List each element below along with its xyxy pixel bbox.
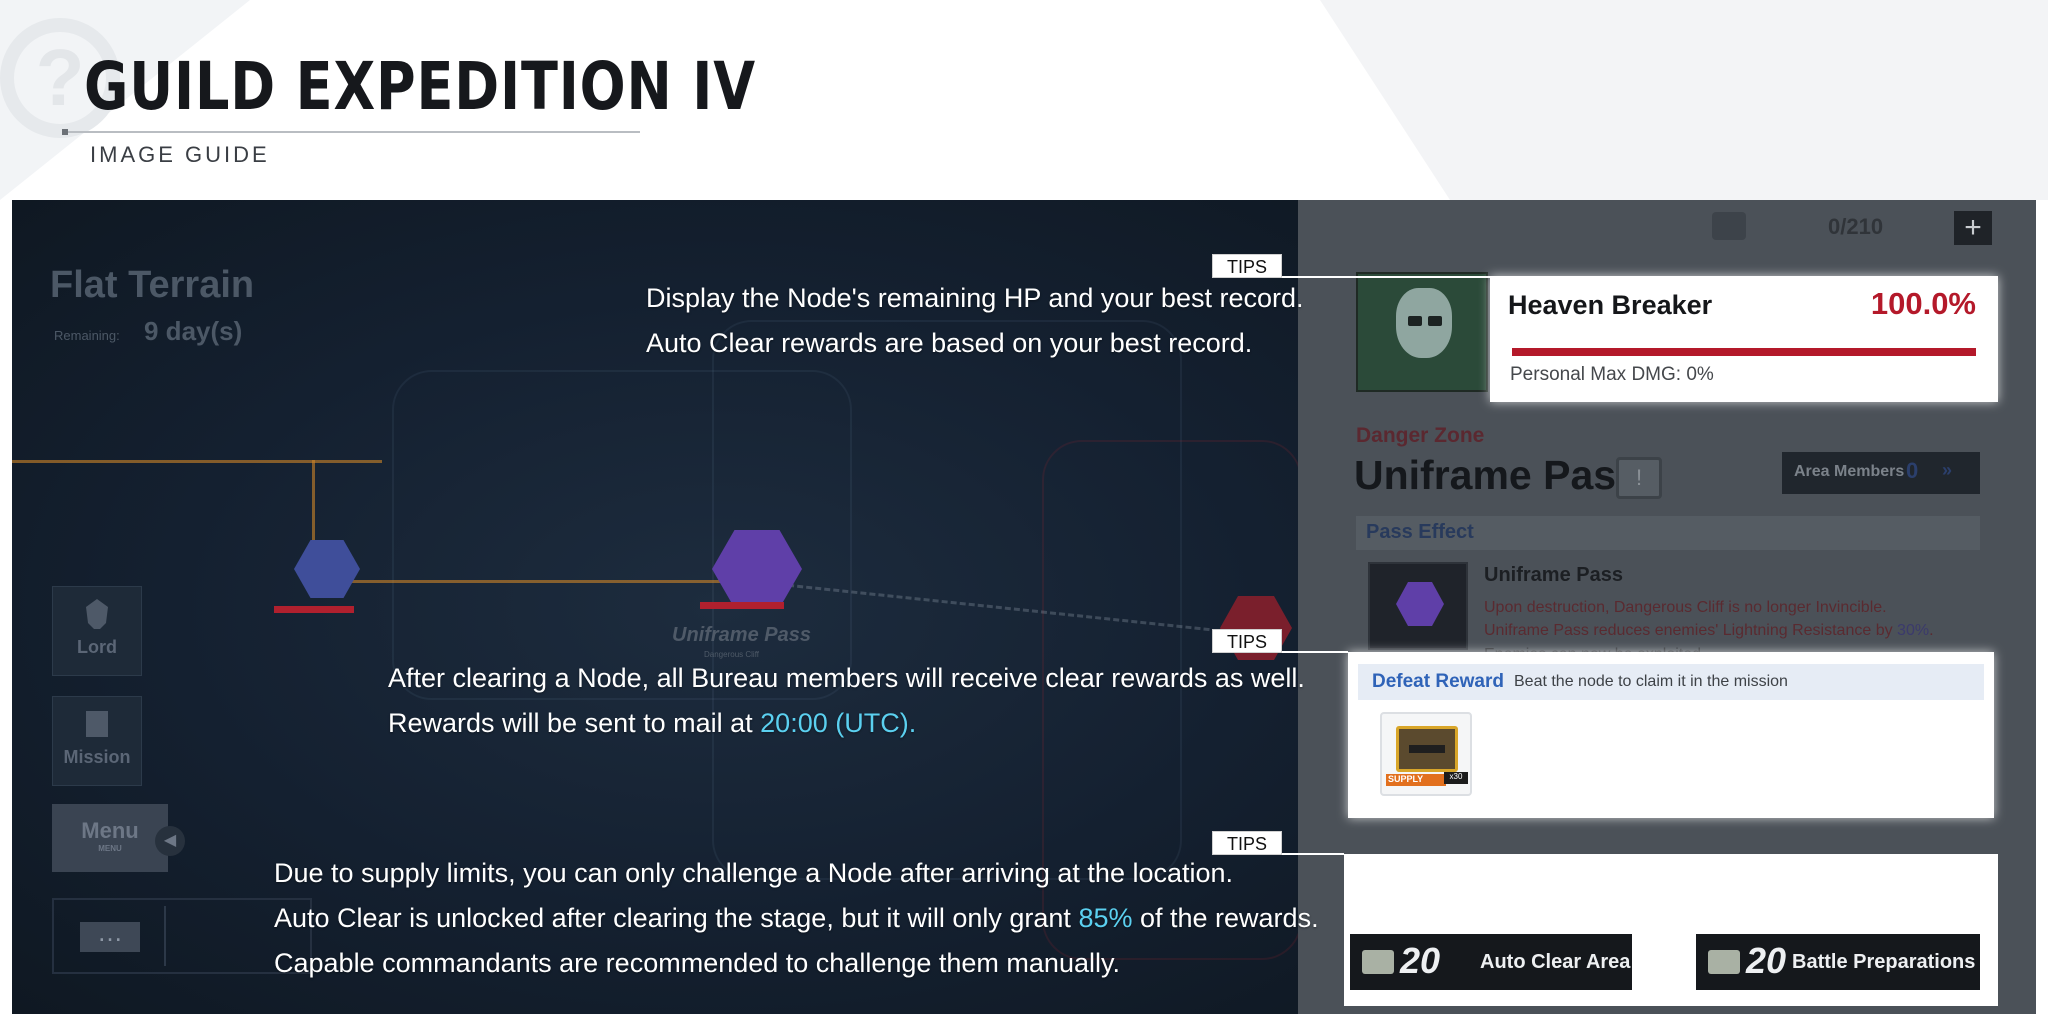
boss-face xyxy=(1396,288,1452,358)
boss-name: Heaven Breaker xyxy=(1508,290,1713,320)
tips-tag: TIPS xyxy=(1212,254,1282,278)
boss-hp-percent: 100.0% xyxy=(1870,286,1976,321)
tip-2-line-1: After clearing a Node, all Bureau member… xyxy=(388,663,1305,693)
boss-eye xyxy=(1408,316,1422,326)
uniframe-pass-icon xyxy=(1396,582,1444,626)
node-hp-bar xyxy=(274,606,354,613)
mission-button-label: Mission xyxy=(63,747,131,767)
area-members-label: Area Members xyxy=(1794,463,1905,480)
supply-crate-icon xyxy=(1396,726,1458,772)
tip-1-line-1: Display the Node's remaining HP and your… xyxy=(646,283,1304,313)
tip-3-line-3: Capable commandants are recommended to c… xyxy=(274,948,1120,978)
info-icon[interactable]: ! xyxy=(1616,457,1662,499)
item-tag: SUPPLY xyxy=(1386,774,1446,786)
tip-3-line-2: Auto Clear is unlocked after clearing th… xyxy=(274,903,1319,933)
defeat-reward-label: Defeat Reward xyxy=(1372,671,1504,692)
defeat-reward-description: Beat the node to claim it in the mission xyxy=(1514,673,1788,690)
pass-desc-line-2: Uniframe Pass reduces enemies' Lightning… xyxy=(1484,622,1934,639)
title-divider xyxy=(64,131,640,133)
map-path xyxy=(312,580,732,583)
area-members-button[interactable]: Area Members 0 » xyxy=(1782,452,1980,494)
add-supply-button[interactable]: + xyxy=(1954,211,1992,245)
supply-resource-icon xyxy=(1712,212,1746,240)
helmet-icon xyxy=(86,599,108,629)
personal-max-dmg: Personal Max DMG: 0% xyxy=(1510,364,1714,385)
battle-preparations-label: Battle Preparations xyxy=(1792,951,1976,973)
tip-2-line-2: Rewards will be sent to mail at 20:00 (U… xyxy=(388,708,917,738)
auto-clear-label: Auto Clear Area xyxy=(1480,951,1631,973)
tip-2: After clearing a Node, all Bureau member… xyxy=(388,656,1305,746)
boss-portrait xyxy=(1356,272,1488,392)
zone-name: Uniframe Pass xyxy=(1354,452,1639,498)
boss-hp-bar xyxy=(1512,348,1976,356)
chat-bubble-icon[interactable]: … xyxy=(80,919,140,952)
area-members-count: 0 xyxy=(1906,458,1919,483)
menu-button-sublabel: MENU xyxy=(98,844,122,853)
terrain-title: Flat Terrain xyxy=(50,264,255,306)
defeat-reward-header: Defeat Reward Beat the node to claim it … xyxy=(1358,664,1984,700)
battle-cost: 20 xyxy=(1746,940,1787,981)
page-title: GUILD EXPEDITION IV xyxy=(84,48,756,125)
tip-1-line-2: Auto Clear rewards are based on your bes… xyxy=(646,328,1253,358)
chat-divider xyxy=(164,906,166,966)
tip-1: Display the Node's remaining HP and your… xyxy=(646,276,1304,366)
auto-clear-area-button[interactable]: 20 Auto Clear Area xyxy=(1350,934,1632,990)
menu-collapse-arrow-icon[interactable]: ◀ xyxy=(155,826,185,856)
supply-crate-item[interactable]: SUPPLY x30 xyxy=(1380,712,1472,796)
double-chevron-right-icon: » xyxy=(1942,460,1953,480)
mission-button[interactable]: Mission xyxy=(52,696,142,786)
pass-effect-description: Upon destruction, Dangerous Cliff is no … xyxy=(1484,596,1934,642)
guide-page: ? GUILD EXPEDITION IV IMAGE GUIDE Flat T… xyxy=(0,0,2048,1024)
pass-effect-thumbnail xyxy=(1368,562,1468,650)
header-background-shape-right xyxy=(1320,0,2048,200)
defeat-reward-card: Defeat Reward Beat the node to claim it … xyxy=(1348,652,1994,818)
menu-button[interactable]: Menu MENU xyxy=(52,804,168,872)
node-hp-bar xyxy=(700,602,784,609)
lord-button-label: Lord xyxy=(77,637,117,657)
page-subtitle: IMAGE GUIDE xyxy=(90,142,270,167)
map-path xyxy=(12,460,382,463)
node-label: Uniframe Pass xyxy=(672,624,811,646)
remaining-value: 9 day(s) xyxy=(144,316,243,346)
tip-3-line-1: Due to supply limits, you can only chall… xyxy=(274,858,1234,888)
pass-effect-header: Pass Effect xyxy=(1356,516,1980,550)
remaining-label: Remaining: xyxy=(54,328,120,343)
map-node-icon[interactable] xyxy=(294,540,360,598)
pass-desc-line-1: Upon destruction, Dangerous Cliff is no … xyxy=(1484,599,1887,616)
supply-count: 0/210 xyxy=(1828,214,1884,239)
lord-button[interactable]: Lord xyxy=(52,586,142,676)
danger-zone-label: Danger Zone xyxy=(1356,424,1485,447)
item-quantity: x30 xyxy=(1444,772,1468,784)
boss-hp-card: Heaven Breaker 100.0% Personal Max DMG: … xyxy=(1490,276,1998,402)
tip-3: Due to supply limits, you can only chall… xyxy=(274,851,1319,986)
auto-clear-cost: 20 xyxy=(1400,940,1441,981)
book-icon xyxy=(86,711,108,737)
tips-connector-line xyxy=(1282,651,1348,653)
supply-cost-icon xyxy=(1708,950,1740,974)
menu-button-label: Menu xyxy=(81,818,139,843)
battle-preparations-button[interactable]: 20 Battle Preparations xyxy=(1696,934,1980,990)
tips-connector-line xyxy=(1282,276,1492,278)
title-divider-dot xyxy=(62,129,68,135)
supply-cost-icon xyxy=(1362,950,1394,974)
tips-tag: TIPS xyxy=(1212,629,1282,653)
boss-eye xyxy=(1428,316,1442,326)
pass-effect-title: Uniframe Pass xyxy=(1484,564,1623,586)
